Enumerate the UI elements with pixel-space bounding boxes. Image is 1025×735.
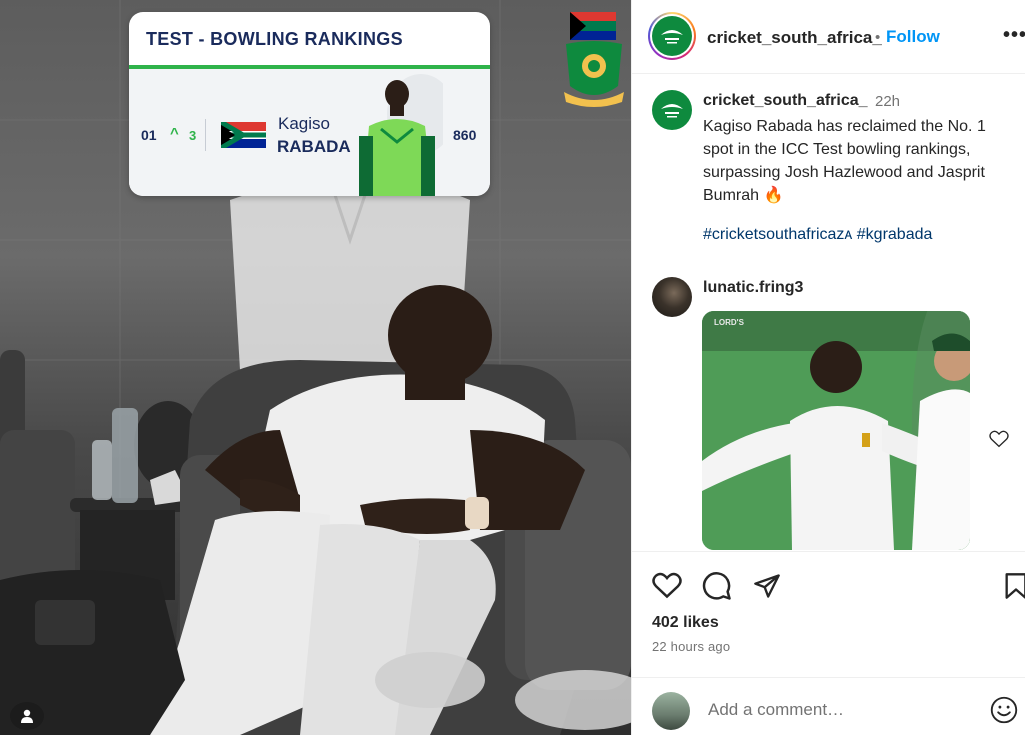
comment-gif[interactable]: LORD'S — [702, 311, 970, 550]
csa-logo-icon — [661, 104, 683, 118]
south-africa-flag-icon — [221, 122, 266, 148]
gif-watermark: LORD'S — [714, 318, 745, 327]
commenter-avatar[interactable] — [652, 277, 692, 317]
rank-position: 01 — [141, 127, 157, 143]
header-username[interactable]: cricket_south_africa_ — [707, 28, 882, 48]
header-separator: • — [875, 29, 881, 46]
celebration-gif-frame: LORD'S — [702, 311, 970, 550]
csa-logo-icon — [661, 30, 683, 44]
player-last-name: RABADA — [277, 137, 351, 156]
post-sidebar: cricket_south_africa_ • Follow ••• crick… — [631, 0, 1025, 735]
post-image[interactable]: TEST - BOWLING RANKINGS 01 ^ 3 Kagiso RA — [0, 0, 631, 735]
caption-timestamp[interactable]: 22h — [875, 93, 900, 110]
more-options-icon[interactable]: ••• — [1003, 24, 1025, 47]
add-comment-bar — [632, 677, 1025, 735]
user-tag-icon — [21, 709, 33, 723]
follow-button[interactable]: Follow — [886, 27, 940, 47]
rank-points: 860 — [453, 127, 477, 143]
heart-icon[interactable] — [652, 572, 682, 599]
caption-text: Kagiso Rabada has reclaimed the No. 1 sp… — [703, 115, 1013, 207]
likes-count[interactable]: 402 likes — [652, 614, 719, 632]
rank-divider — [205, 119, 206, 151]
emoji-icon[interactable] — [990, 696, 1018, 724]
commenter-username[interactable]: lunatic.fring3 — [703, 279, 803, 297]
comment-input[interactable] — [708, 700, 978, 720]
header-avatar[interactable] — [652, 16, 692, 56]
post-header: cricket_south_africa_ • Follow ••• — [632, 0, 1025, 74]
bookmark-icon[interactable] — [1004, 572, 1025, 600]
player-first-name: Kagiso — [278, 114, 330, 133]
csa-badge-icon — [564, 12, 624, 107]
caption-avatar[interactable] — [652, 90, 692, 130]
caption-body: Kagiso Rabada has reclaimed the No. 1 sp… — [703, 118, 986, 204]
player-photo — [359, 74, 443, 196]
hashtag-link[interactable]: #kgrabada — [857, 226, 933, 243]
comment-icon[interactable] — [702, 571, 732, 601]
hashtag-link[interactable]: #cricketsouthafricaᴢᴀ — [703, 226, 852, 243]
rankings-card: TEST - BOWLING RANKINGS 01 ^ 3 Kagiso RA — [129, 12, 490, 196]
hashtags: #cricketsouthafricaᴢᴀ #kgrabada — [703, 226, 932, 244]
share-icon[interactable] — [752, 572, 782, 600]
post-actions: 402 likes 22 hours ago — [632, 551, 1025, 735]
comment-like-heart-icon[interactable] — [989, 430, 1009, 448]
rank-change: 3 — [189, 128, 197, 143]
story-ring[interactable] — [648, 12, 696, 60]
rankings-title: TEST - BOWLING RANKINGS — [146, 29, 403, 49]
post-timestamp[interactable]: 22 hours ago — [652, 639, 730, 654]
current-user-avatar — [652, 692, 690, 730]
user-tag-button[interactable] — [10, 702, 44, 730]
fire-emoji-icon: 🔥 — [763, 187, 784, 204]
caption-username[interactable]: cricket_south_africa_ — [703, 92, 868, 110]
rank-up-arrow-icon: ^ — [170, 125, 179, 142]
